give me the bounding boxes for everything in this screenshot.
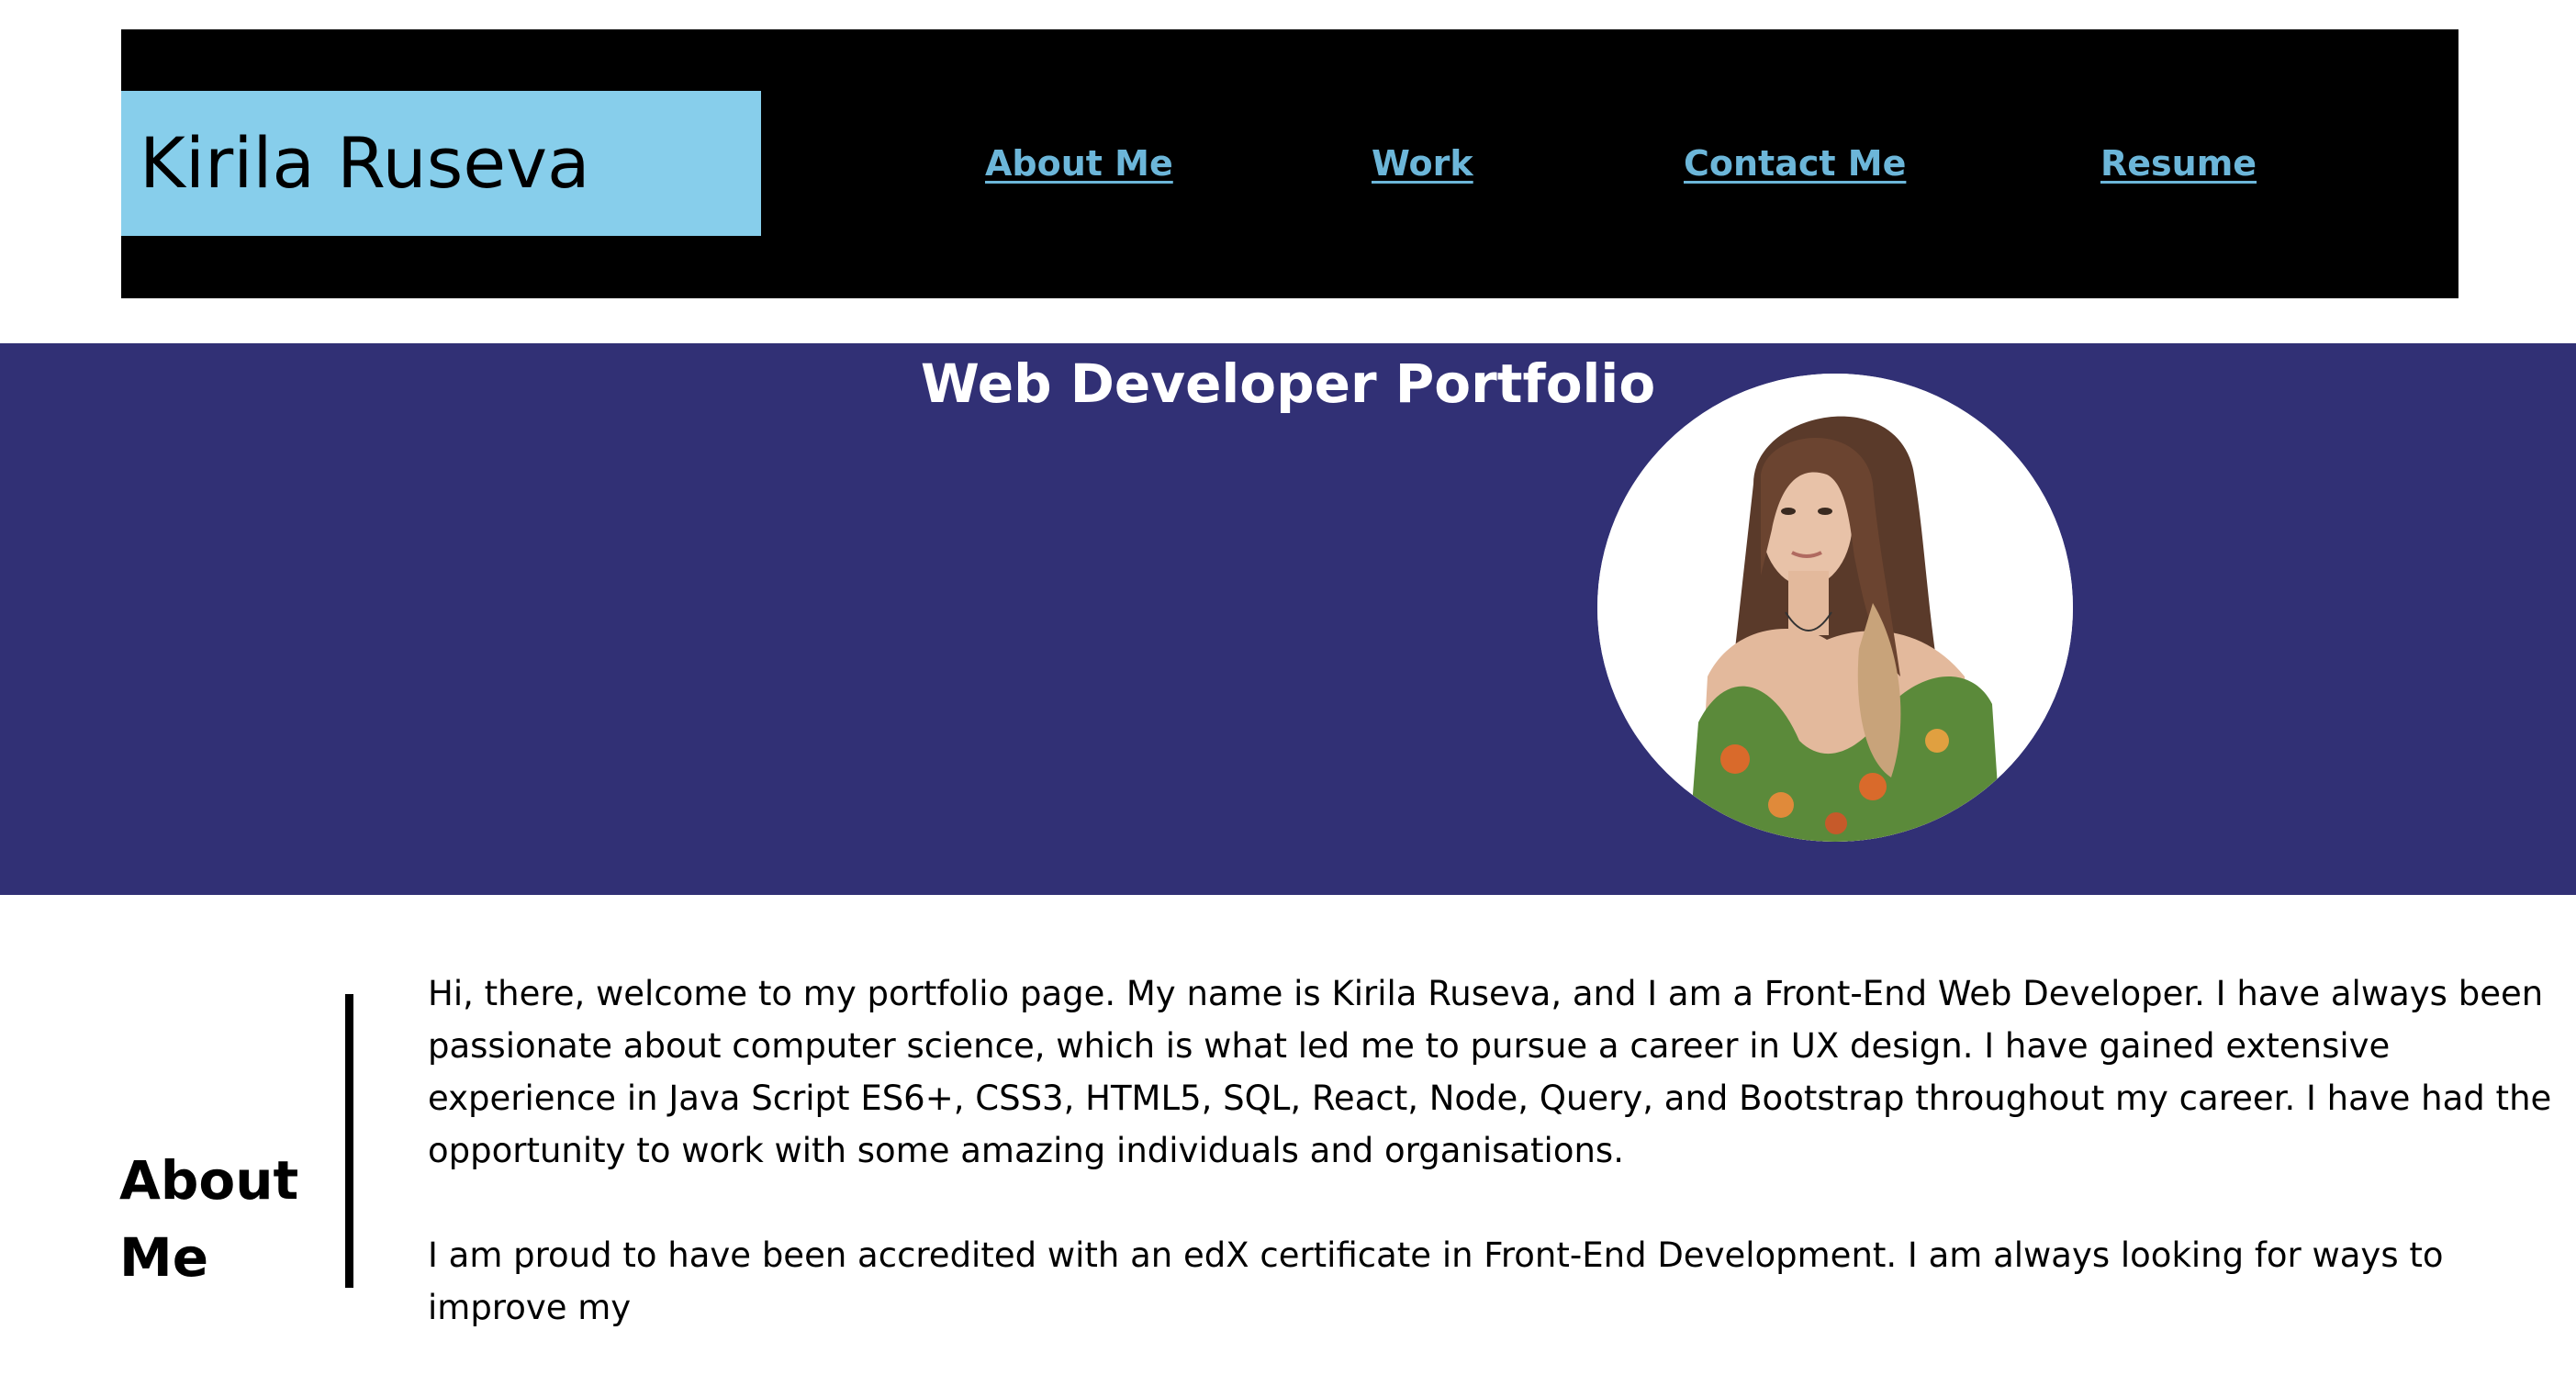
nav-link-resume[interactable]: Resume: [2100, 140, 2257, 186]
logo-box: Kirila Ruseva: [121, 91, 761, 236]
about-paragraph-2: I am proud to have been accredited with …: [428, 1235, 2444, 1327]
about-me-text: Hi, there, welcome to my portfolio page.…: [428, 967, 2558, 1386]
about-me-heading: About Me: [119, 1149, 299, 1289]
nav-link-about-me[interactable]: About Me: [985, 140, 1173, 186]
site-header: Kirila Ruseva About Me Work Contact Me R…: [121, 29, 2458, 298]
nav-link-work[interactable]: Work: [1372, 140, 1473, 186]
hero-banner: Web Developer Portfolio: [0, 343, 2576, 895]
nav-link-contact-me[interactable]: Contact Me: [1684, 140, 1906, 186]
about-paragraph-1: Hi, there, welcome to my portfolio page.…: [428, 974, 2552, 1170]
section-divider: [345, 994, 353, 1288]
site-name: Kirila Ruseva: [140, 122, 590, 204]
profile-photo: [1597, 374, 2073, 842]
profile-photo-illustration: [1597, 374, 2073, 842]
hero-title: Web Developer Portfolio: [920, 352, 1656, 415]
